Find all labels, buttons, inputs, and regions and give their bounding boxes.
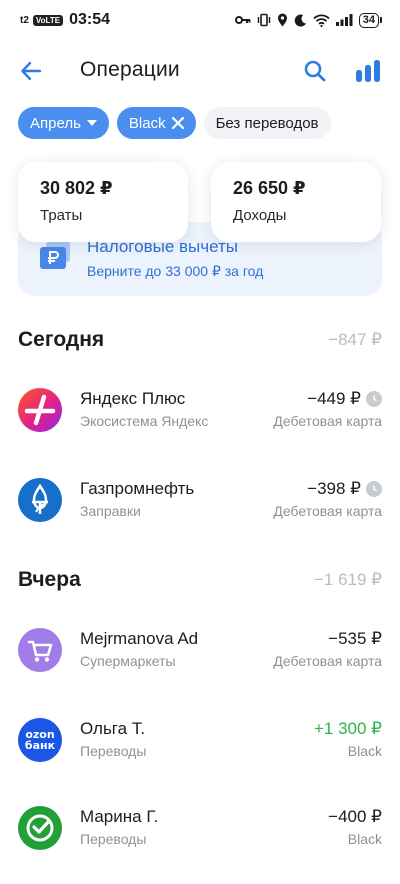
card-filter-chip[interactable]: Black [116,107,196,139]
income-amount: 26 650 ₽ [233,178,306,198]
yandex-plus-icon [18,388,62,432]
vibrate-icon [257,13,271,27]
battery-icon: 34 [358,12,382,28]
transaction-amount: −398 ₽ [307,479,361,498]
transaction-source: Дебетовая карта [273,503,382,519]
card-filter-label: Black [128,114,166,132]
promo-subtitle: Верните до 33 000 ₽ за год [87,263,264,279]
ruble-card-icon [40,242,70,269]
transfers-filter-chip[interactable]: Без переводов [203,107,331,139]
transaction-category: Переводы [80,831,147,847]
volte-badge: VoLTE [32,14,64,26]
bank-logo-text: банк [24,739,56,752]
transaction-name: Марина Г. [80,807,159,826]
transaction-amount-wrap: −398 ₽ [307,479,382,499]
transaction-source: Дебетовая карта [273,413,382,429]
status-left: t2 VoLTE 03:54 [20,11,110,29]
transaction-amount: −449 ₽ [307,389,361,408]
transaction-source: Дебетовая карта [273,653,382,669]
analytics-button[interactable] [354,57,382,85]
status-right: 34 [234,12,382,28]
filter-chips: Апрель Black Без переводов [18,107,331,139]
transaction-name: Газпромнефть [80,479,195,498]
search-icon [304,60,326,82]
section-title: Вчера [18,568,81,591]
page-title: Операции [80,58,180,81]
sber-icon [18,806,62,850]
section-header-yesterday: Вчера −1 619 ₽ [18,568,382,592]
transfers-filter-label: Без переводов [215,114,319,132]
transaction-row[interactable]: Газпромнефть Заправки −398 ₽ Дебетовая к… [0,478,400,548]
section-total: −847 ₽ [328,330,382,349]
caret-down-icon [86,120,97,126]
month-filter-label: Апрель [30,114,81,132]
key-icon [234,14,251,26]
status-bar: t2 VoLTE 03:54 34 [0,0,400,40]
section-header-today: Сегодня −847 ₽ [18,328,382,352]
transaction-row[interactable]: Mejrmanova Ad Супермаркеты −535 ₽ Дебето… [0,628,400,698]
transaction-amount: −400 ₽ [328,807,382,826]
location-icon [277,13,288,27]
search-button[interactable] [301,57,329,85]
transaction-category: Экосистема Яндекс [80,413,209,429]
gazpromneft-icon [18,478,62,522]
transaction-name: Ольга Т. [80,719,146,738]
clock: 03:54 [69,11,110,28]
transaction-amount: +1 300 ₽ [313,719,382,738]
month-filter-chip[interactable]: Апрель [18,107,109,139]
carrier-label: t2 [20,14,29,26]
transaction-name: Яндекс Плюс [80,389,186,408]
spent-card[interactable]: 30 802 ₽ Траты [18,162,188,242]
moon-icon [294,14,307,27]
income-label: Доходы [233,207,287,224]
spent-label: Траты [40,207,83,224]
back-arrow-icon [21,61,42,81]
pending-clock-icon [366,481,382,497]
transaction-category: Заправки [80,503,141,519]
section-title: Сегодня [18,328,105,351]
transaction-amount-wrap: −449 ₽ [307,389,382,409]
wifi-icon [313,14,330,27]
transaction-source: Black [347,831,382,847]
ozon-bank-icon: ozon банк [18,718,62,762]
app-header: Операции [0,48,400,94]
bar-chart-icon [356,60,380,82]
transaction-source: Black [347,743,382,759]
transaction-category: Супермаркеты [80,653,176,669]
transaction-name: Mejrmanova Ad [80,629,199,648]
transaction-row[interactable]: Яндекс Плюс Экосистема Яндекс −449 ₽ Деб… [0,388,400,458]
transaction-amount: −535 ₽ [328,629,382,648]
shopping-cart-icon [18,628,62,672]
transaction-category: Переводы [80,743,147,759]
spent-amount: 30 802 ₽ [40,178,113,198]
pending-clock-icon [366,391,382,407]
battery-level: 34 [358,12,379,28]
transaction-row[interactable]: Марина Г. Переводы −400 ₽ Black [0,806,400,876]
back-button[interactable] [16,57,46,85]
close-icon[interactable] [171,117,184,129]
transaction-row[interactable]: ozon банк Ольга Т. Переводы +1 300 ₽ Bla… [0,718,400,788]
signal-icon [335,14,353,26]
section-total: −1 619 ₽ [313,570,382,589]
income-card[interactable]: 26 650 ₽ Доходы [211,162,381,242]
